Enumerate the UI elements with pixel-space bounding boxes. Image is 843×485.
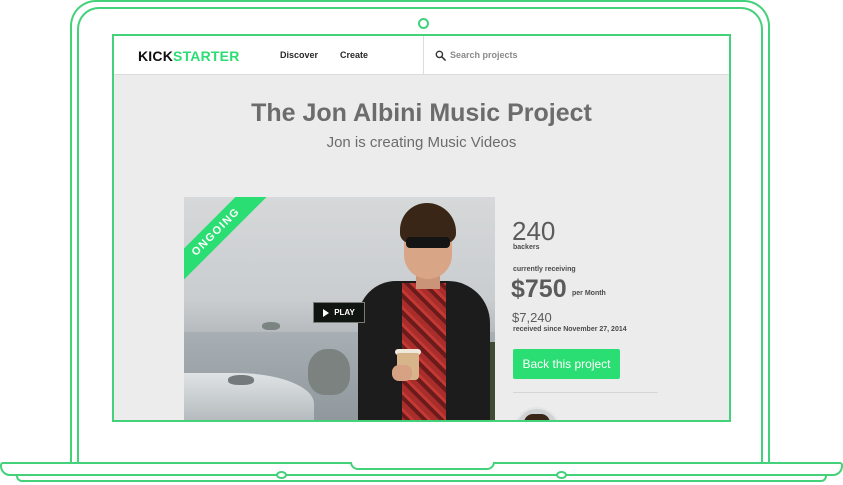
monthly-amount: $750 [511,275,567,303]
video-rock [228,375,254,385]
nav-create-link[interactable]: Create [340,50,368,60]
play-button[interactable]: PLAY [313,302,365,323]
search-icon[interactable] [435,50,446,61]
video-rock [308,349,350,395]
person-sunglasses [406,237,450,248]
avatar-hair [524,414,550,420]
camera-icon [418,18,429,29]
laptop-base-notch [350,462,495,470]
project-subtitle: Jon is creating Music Videos [326,134,517,151]
logo-text-starter: STARTER [173,48,240,64]
back-project-button[interactable]: Back this project [513,349,620,379]
project-video[interactable]: ONGOING PLAY [184,197,495,420]
currently-receiving-label: currently receiving [513,266,576,273]
creator-avatar[interactable] [514,407,560,420]
top-navigation-bar: KICKSTARTER Discover Create [114,36,729,75]
per-month-label: per Month [572,290,606,297]
video-person [354,203,494,420]
backers-label: backers [513,244,540,251]
received-total: $7,240 [512,310,552,325]
play-label: PLAY [334,308,355,317]
person-hand [392,365,412,381]
nav-divider [423,36,424,74]
backers-count: 240 [512,216,556,246]
laptop-base-bottom [16,476,827,482]
received-since-label: received since November 27, 2014 [513,326,627,333]
logo-text-kick: KICK [138,48,174,64]
video-rock [262,322,280,330]
nav-discover-link[interactable]: Discover [280,50,318,60]
laptop-screen: KICKSTARTER Discover Create The Jon Albi… [112,34,731,422]
kickstarter-logo[interactable]: KICKSTARTER [138,48,240,64]
stats-divider [513,392,658,393]
search-input[interactable] [450,47,630,63]
project-title: The Jon Albini Music Project [251,99,592,127]
play-icon [323,308,330,317]
